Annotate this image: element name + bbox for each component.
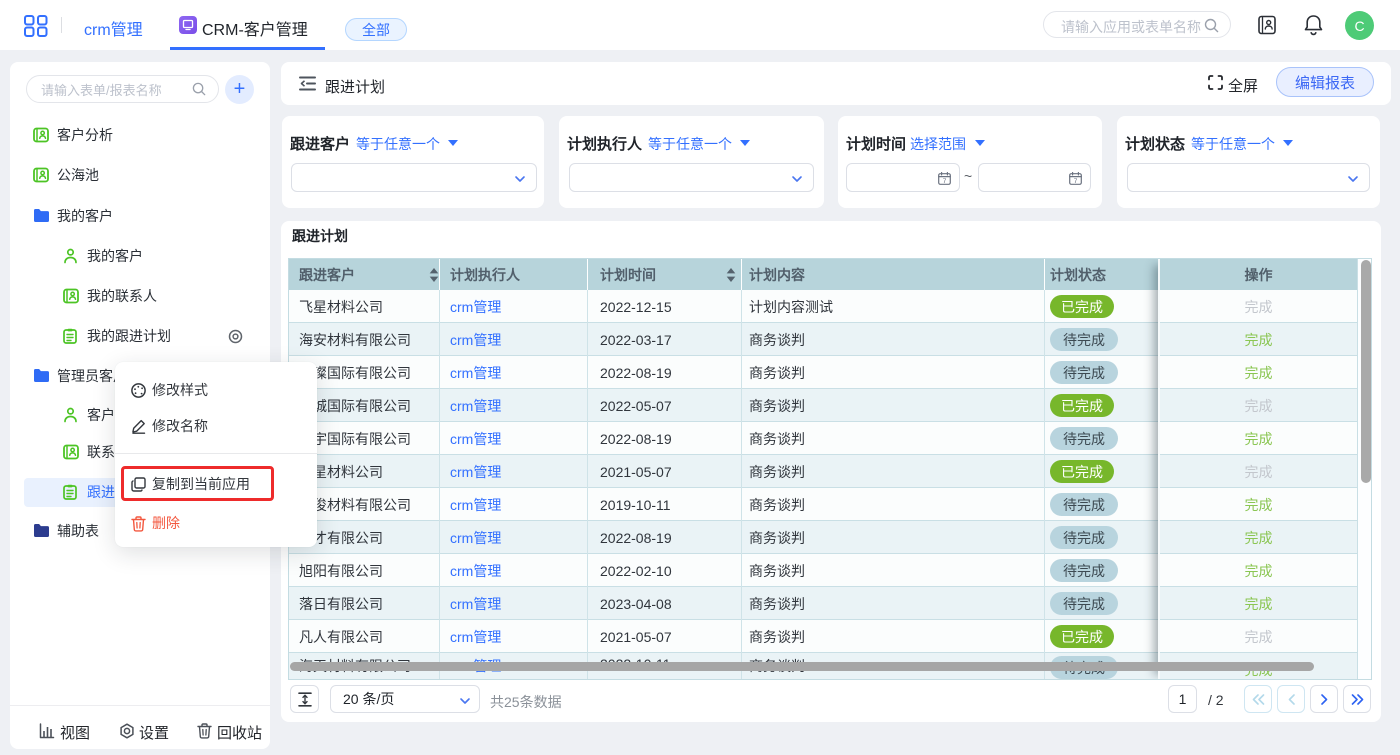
svg-text:7: 7 [943, 178, 947, 185]
svg-text:7: 7 [1074, 178, 1078, 185]
